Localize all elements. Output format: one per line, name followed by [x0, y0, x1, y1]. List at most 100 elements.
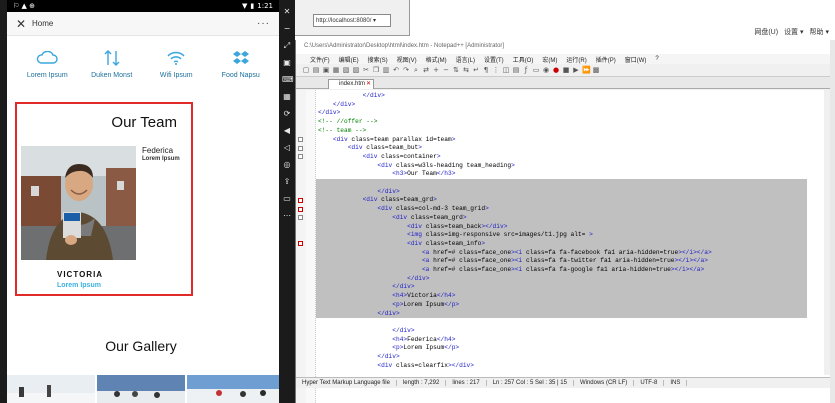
resolution-icon[interactable]: ▦ [282, 92, 292, 102]
code-line[interactable]: <div class=team_info> [318, 240, 485, 249]
menu-macro[interactable]: 宏(M) [542, 55, 557, 64]
code-line[interactable]: <!-- team --> [318, 127, 366, 136]
menu-view[interactable]: 视图(V) [397, 55, 417, 64]
team-section[interactable]: Our Team Federica Lorem Ipsum VICTORIA L… [15, 102, 193, 296]
play-multi-icon[interactable]: ⏩ [582, 66, 591, 74]
monitor-icon[interactable]: ◉ [542, 66, 550, 74]
expand-icon[interactable]: ⤢ [282, 41, 292, 51]
code-line[interactable]: <p>Lorem Ipsum</p> [318, 344, 459, 353]
code-line[interactable]: <p>Lorem Ipsum</p> [318, 301, 459, 310]
code-line[interactable]: </div> [318, 188, 399, 197]
menu-language[interactable]: 语言(L) [456, 55, 475, 64]
new-file-icon[interactable]: ▢ [302, 66, 310, 74]
code-line[interactable]: <div class=w3ls-heading team_heading> [318, 162, 514, 171]
rotate-icon[interactable]: ⟳ [282, 109, 292, 119]
code-line[interactable]: <h4>Federica</h4> [318, 336, 455, 345]
disk-link[interactable]: 网盘(U) [754, 27, 778, 37]
code-line[interactable]: <a href=# class=face_one><i class=fa fa-… [318, 257, 708, 266]
code-line[interactable]: </div> [318, 92, 385, 101]
menu-file[interactable]: 文件(F) [310, 55, 330, 64]
location-icon[interactable]: ◎ [282, 160, 292, 170]
code-area[interactable]: </div> </div> </div> <!-- //offer --> <!-- … [316, 90, 831, 403]
fold-marker[interactable] [298, 215, 303, 221]
menu-edit[interactable]: 编辑(E) [339, 55, 359, 64]
menu-tools[interactable]: 工具(O) [513, 55, 534, 64]
paste-icon[interactable]: ▥ [382, 66, 390, 74]
menu-run[interactable]: 运行(R) [566, 55, 586, 64]
lang-icon[interactable]: ◫ [502, 66, 510, 74]
find-icon[interactable]: ⌕ [412, 66, 420, 74]
all-chars-icon[interactable]: ¶ [482, 66, 490, 74]
more-menu-icon[interactable]: ··· [257, 18, 270, 29]
zoom-out-icon[interactable]: − [442, 66, 450, 74]
indent-guide-icon[interactable]: ⋮ [492, 66, 500, 74]
code-line[interactable]: <a href=# class=face_one><i class=fa fa-… [318, 266, 704, 275]
code-line[interactable]: <div class=team_grd> [318, 196, 437, 205]
copy-icon[interactable]: ❐ [372, 66, 380, 74]
zoom-in-icon[interactable]: + [432, 66, 440, 74]
menu-plugins[interactable]: 插件(P) [596, 55, 616, 64]
tab-index-htm[interactable]: index.htm ✕ [328, 79, 374, 89]
feature-item[interactable]: Wifi Ipsum [144, 48, 209, 98]
settings-link[interactable]: 设置 ▾ [784, 27, 803, 37]
stop-macro-icon[interactable]: ■ [562, 66, 570, 74]
save-all-icon[interactable]: ▦ [332, 66, 340, 74]
address-bar[interactable]: http://localhost:8080/ ▾ [313, 14, 391, 27]
close-icon[interactable]: ✕ [16, 17, 32, 31]
more-icon[interactable]: ⋯ [282, 211, 292, 221]
doc-map-icon[interactable]: ▤ [512, 66, 520, 74]
fold-margin[interactable] [306, 90, 316, 403]
help-link[interactable]: 帮助 ▾ [810, 27, 829, 37]
keyboard-icon[interactable]: ⌨ [282, 75, 294, 85]
minimize-emulator-icon[interactable]: − [282, 24, 292, 34]
close-emulator-icon[interactable]: ✕ [282, 7, 292, 17]
fold-marker[interactable] [298, 154, 303, 160]
code-line[interactable]: <div class=team parallax id=team> [318, 136, 456, 145]
code-line[interactable]: </div> [318, 327, 414, 336]
code-line[interactable]: <div class=clearfix></div> [318, 362, 474, 371]
code-line[interactable]: <!-- //offer --> [318, 118, 377, 127]
redo-icon[interactable]: ↷ [402, 66, 410, 74]
feature-item[interactable]: Duken Monst [80, 48, 145, 98]
close-file-icon[interactable]: ▧ [342, 66, 350, 74]
code-line[interactable]: <div class=team_but> [318, 144, 422, 153]
function-list-icon[interactable]: ƒ [522, 66, 530, 74]
code-line[interactable]: </div> [318, 283, 414, 292]
code-line[interactable]: </div> [318, 101, 355, 110]
folder-icon[interactable]: ▭ [282, 194, 292, 204]
code-line[interactable]: <div class=container> [318, 153, 441, 162]
menu-search[interactable]: 搜索(S) [368, 55, 388, 64]
folder-workspace-icon[interactable]: ▭ [532, 66, 540, 74]
code-line[interactable]: <div class=team_back></div> [318, 223, 507, 232]
code-line[interactable]: <div class=col-md-3 team_grid> [318, 205, 488, 214]
open-file-icon[interactable]: ▤ [312, 66, 320, 74]
code-line[interactable]: <div class=team_grd> [318, 214, 466, 223]
code-line[interactable]: </div> [318, 353, 399, 362]
fold-marker[interactable] [298, 145, 303, 151]
undo-icon[interactable]: ↶ [392, 66, 400, 74]
code-line[interactable]: <a href=# class=face_one><i class=fa fa-… [318, 249, 712, 258]
screenshot-icon[interactable]: ▣ [282, 58, 292, 68]
save-icon[interactable]: ▣ [322, 66, 330, 74]
code-line[interactable]: </div> [318, 310, 399, 319]
wrap-icon[interactable]: ↵ [472, 66, 480, 74]
cut-icon[interactable]: ✂ [362, 66, 370, 74]
team-member-photo[interactable] [21, 146, 136, 260]
menu-window[interactable]: 窗口(W) [625, 55, 647, 64]
menu-settings[interactable]: 设置(T) [484, 55, 504, 64]
feature-item[interactable]: Lorem Ipsum [15, 48, 80, 98]
play-macro-icon[interactable]: ▶ [572, 66, 580, 74]
code-line[interactable]: </div> [318, 109, 340, 118]
code-line[interactable]: <img class=img-responsive src=images/t1.… [318, 231, 593, 240]
share-icon[interactable]: ⇪ [282, 177, 292, 187]
volume-down-icon[interactable]: ◁ [282, 143, 292, 153]
record-macro-icon[interactable]: ● [552, 66, 560, 74]
fold-marker[interactable] [298, 137, 303, 142]
code-line[interactable]: <h3>Our Team</h3> [318, 170, 455, 179]
menu-help[interactable]: ? [655, 56, 658, 62]
fold-marker[interactable] [298, 197, 303, 203]
code-line[interactable]: </div> [318, 275, 429, 284]
sync-h-icon[interactable]: ⇆ [462, 66, 470, 74]
code-line[interactable]: <h4>Victoria</h4> [318, 292, 455, 301]
tab-close-icon[interactable]: ✕ [366, 80, 371, 89]
